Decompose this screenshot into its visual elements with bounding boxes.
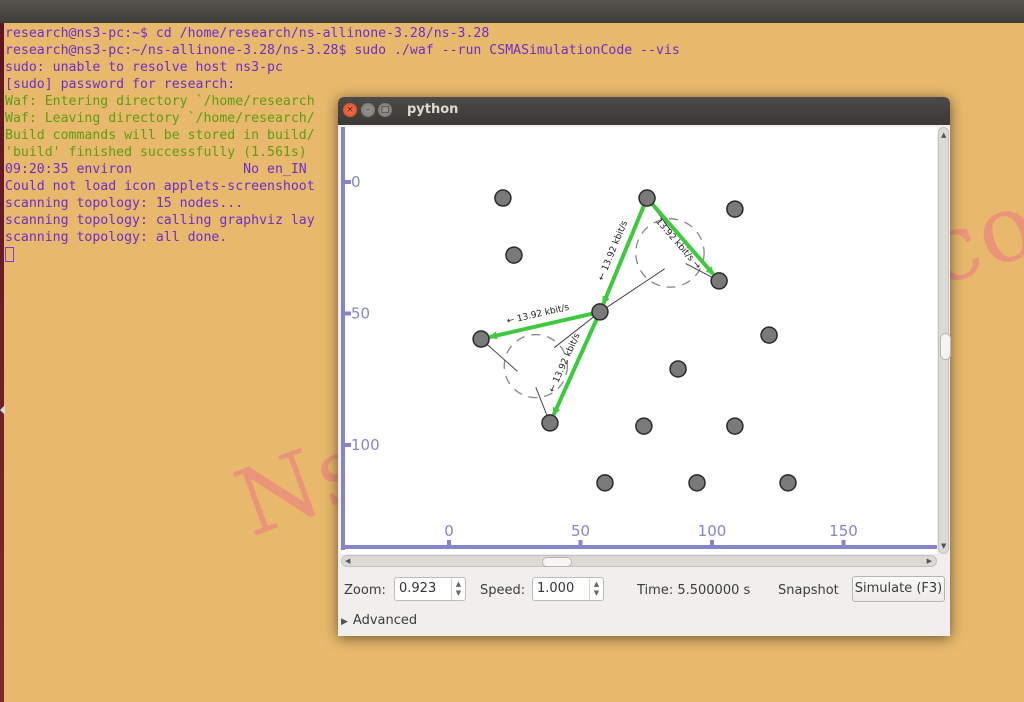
- speed-stepper[interactable]: ▲ ▼: [589, 578, 603, 600]
- zoom-label: Zoom:: [344, 583, 386, 598]
- network-node[interactable]: [779, 474, 797, 492]
- speed-down-icon[interactable]: ▼: [590, 589, 603, 598]
- horizontal-scroll-track[interactable]: ◀ ▶: [341, 555, 937, 567]
- x-tick: [447, 540, 451, 547]
- link-throughput-label: ← 13.92 kbit/s: [506, 303, 571, 327]
- expander-arrow-icon: ▶: [341, 617, 348, 627]
- zoom-spinbox[interactable]: ▲ ▼: [394, 577, 466, 601]
- link-arrow: [645, 196, 715, 276]
- snapshot-button[interactable]: Snapshot: [778, 583, 839, 598]
- python-window: × – □ python 0 50 100 150 0 50 100 13.92 kbit/s…: [338, 97, 951, 636]
- scroll-right-icon[interactable]: ▶: [927, 557, 932, 565]
- y-tick-label: 0: [351, 173, 361, 191]
- top-panel: [0, 0, 1024, 23]
- zoom-down-icon[interactable]: ▼: [452, 589, 465, 598]
- speed-label: Speed:: [480, 583, 526, 598]
- network-node[interactable]: [669, 360, 687, 378]
- scroll-down-icon[interactable]: ▼: [941, 542, 946, 550]
- network-node[interactable]: [494, 189, 512, 207]
- y-tick-label: 50: [351, 305, 370, 323]
- zoom-stepper[interactable]: ▲ ▼: [451, 578, 465, 600]
- x-tick-label: 150: [829, 522, 858, 540]
- scroll-up-icon[interactable]: ▲: [941, 131, 946, 139]
- y-tick: [343, 443, 351, 447]
- network-node[interactable]: [635, 417, 653, 435]
- controls-bar: Zoom: ▲ ▼ Speed: ▲ ▼ Time: 5.500000 s Sn…: [338, 575, 950, 605]
- network-node[interactable]: [472, 330, 490, 348]
- minimize-icon[interactable]: –: [361, 103, 375, 117]
- advanced-label: Advanced: [352, 613, 418, 628]
- link-throughput-label: 13.92 kbit/s →: [653, 217, 703, 272]
- network-node[interactable]: [688, 474, 706, 492]
- terminal-line: research@ns3-pc:~/ns-allinone-3.28/ns-3.…: [5, 43, 680, 58]
- topology-svg[interactable]: 0 50 100 150 0 50 100 13.92 kbit/s → ← 13.92 kbi…: [341, 127, 937, 554]
- horizontal-scroll-thumb[interactable]: [542, 557, 572, 567]
- network-node[interactable]: [505, 246, 523, 264]
- network-node[interactable]: [726, 200, 744, 218]
- network-node[interactable]: [710, 272, 728, 290]
- zoom-input[interactable]: [399, 581, 451, 596]
- x-tick-label: 0: [444, 522, 454, 540]
- topology-canvas[interactable]: 0 50 100 150 0 50 100 13.92 kbit/s → ← 13.92 kbi…: [341, 127, 937, 554]
- zoom-up-icon[interactable]: ▲: [452, 580, 465, 589]
- speed-input[interactable]: [537, 581, 589, 596]
- y-tick: [343, 311, 351, 316]
- window-titlebar[interactable]: × – □ python: [338, 97, 950, 125]
- advanced-expander[interactable]: ▶ Advanced: [341, 613, 417, 628]
- network-node[interactable]: [541, 414, 559, 432]
- x-tick: [841, 540, 846, 547]
- maximize-icon[interactable]: □: [378, 103, 392, 117]
- terminal-line: [sudo] password for research:: [5, 77, 236, 92]
- network-node[interactable]: [591, 303, 609, 321]
- close-icon[interactable]: ×: [343, 103, 357, 117]
- simulation-time: Time: 5.500000 s: [637, 583, 751, 598]
- vertical-scroll-track[interactable]: ▲ ▼: [938, 127, 951, 554]
- x-tick-label: 50: [571, 522, 590, 540]
- simulate-button[interactable]: Simulate (F3): [852, 576, 945, 602]
- network-node[interactable]: [596, 474, 614, 492]
- y-tick: [343, 180, 351, 184]
- terminal-line: research@ns3-pc:~$ cd /home/research/ns-…: [5, 26, 490, 41]
- vertical-scroll-thumb[interactable]: [940, 333, 951, 360]
- x-tick: [710, 540, 714, 547]
- terminal-cursor: [5, 247, 14, 262]
- network-node[interactable]: [760, 326, 778, 344]
- y-tick-label: 100: [351, 436, 380, 454]
- launcher-arrow-icon: [0, 405, 5, 415]
- vertical-scrollbar[interactable]: ▲ ▼: [937, 127, 951, 554]
- launcher-edge: [0, 23, 5, 702]
- horizontal-scrollbar[interactable]: ◀ ▶: [341, 555, 937, 568]
- terminal-line: sudo: unable to resolve host ns3-pc: [5, 60, 283, 75]
- scroll-left-icon[interactable]: ◀: [345, 557, 350, 565]
- window-title: python: [407, 102, 459, 117]
- network-node[interactable]: [726, 417, 744, 435]
- speed-spinbox[interactable]: ▲ ▼: [532, 577, 604, 601]
- x-tick-label: 100: [698, 522, 727, 540]
- x-tick: [578, 540, 583, 547]
- speed-up-icon[interactable]: ▲: [590, 580, 603, 589]
- network-node[interactable]: [638, 189, 656, 207]
